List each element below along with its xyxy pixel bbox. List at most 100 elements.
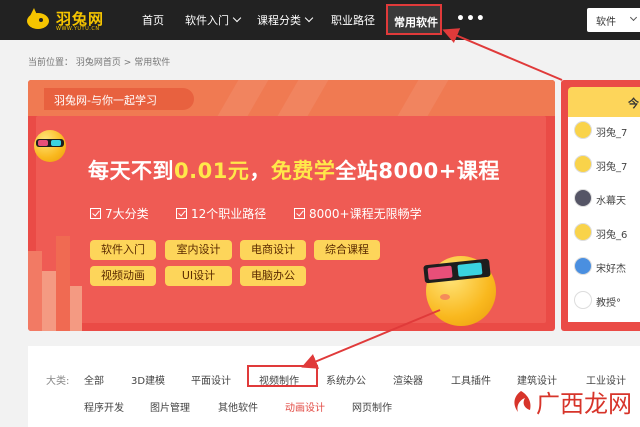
category-other-software[interactable]: 其他软件	[218, 399, 258, 414]
decor-bar	[28, 251, 42, 331]
list-item[interactable]: 教授°	[574, 289, 640, 313]
list-item[interactable]: 羽兔_6	[574, 221, 640, 245]
user-name: 宋好杰	[596, 264, 626, 275]
banner-stripe	[397, 80, 449, 116]
nav-software-intro[interactable]: 软件入门	[185, 12, 242, 28]
recent-learners-panel: 今 羽兔_7 羽兔_7 水幕天 羽兔_6 宋好杰 教授°	[561, 80, 640, 331]
nav-career-path-label: 职业路径	[331, 14, 375, 27]
category-video-production[interactable]: 视频制作	[259, 372, 299, 387]
breadcrumb-prefix: 当前位置：	[28, 58, 74, 68]
category-renderer[interactable]: 渲染器	[393, 372, 423, 387]
banner-tag-pill[interactable]: 室内设计	[165, 240, 232, 260]
user-name: 水幕天	[596, 196, 626, 207]
feature-text: 12个职业路径	[191, 207, 267, 221]
decor-bar	[70, 286, 82, 331]
list-item[interactable]: 水幕天	[574, 187, 640, 211]
feature-item: 8000+课程无限畅学	[294, 205, 422, 222]
panel-header: 今	[568, 87, 640, 117]
headline-highlight: 免费学	[270, 159, 336, 183]
panel-title: 今	[628, 97, 639, 110]
nav-common-software-label: 常用软件	[394, 16, 438, 29]
banner-tag: 羽兔网-与你一起学习	[44, 88, 194, 110]
avatar	[574, 189, 592, 207]
headline-part: ，	[249, 159, 271, 183]
avatar	[574, 155, 592, 173]
banner-tag-pill[interactable]: 综合课程	[314, 240, 380, 260]
list-item[interactable]: 宋好杰	[574, 255, 640, 279]
banner-tag-pill[interactable]: UI设计	[165, 266, 232, 286]
nav-course-categories-label: 课程分类	[257, 14, 301, 27]
category-3d-modeling[interactable]: 3D建模	[131, 372, 165, 387]
learners-list: 羽兔_7 羽兔_7 水幕天 羽兔_6 宋好杰 教授°	[568, 117, 640, 322]
emoji-sunglasses-icon	[34, 130, 66, 162]
lens	[51, 140, 61, 146]
checkbox-icon	[176, 208, 187, 219]
avatar	[574, 257, 592, 275]
banner-tag-pill[interactable]: 软件入门	[90, 240, 156, 260]
banner-tag-pill[interactable]: 视频动画	[90, 266, 156, 286]
banner-stripe	[217, 80, 269, 116]
category-all[interactable]: 全部	[84, 372, 104, 387]
category-programming[interactable]: 程序开发	[84, 399, 124, 414]
search-type-value: 软件	[596, 17, 616, 28]
user-name: 教授°	[596, 298, 621, 309]
breadcrumb-current: 常用软件	[134, 58, 171, 68]
avatar	[574, 121, 592, 139]
category-image-management[interactable]: 图片管理	[150, 399, 190, 414]
headline-part: 每天不到	[88, 159, 174, 183]
category-graphic-design[interactable]: 平面设计	[191, 372, 231, 387]
nav-home[interactable]: 首页	[142, 12, 164, 28]
nav-course-categories[interactable]: 课程分类	[257, 12, 314, 28]
category-animation-design[interactable]: 动画设计	[285, 399, 325, 414]
filter-label: 大类:	[46, 376, 70, 387]
nav-career-path[interactable]: 职业路径	[331, 12, 375, 28]
nav-common-software[interactable]: 常用软件	[386, 4, 442, 35]
breadcrumb-separator: >	[123, 58, 132, 68]
feature-text: 7大分类	[105, 207, 149, 221]
top-navbar: 羽兔网 WWW.YUTU.CN 首页 软件入门 课程分类 职业路径 常用软件 •…	[0, 0, 640, 40]
list-item[interactable]: 羽兔_7	[574, 119, 640, 143]
checkbox-icon	[90, 208, 101, 219]
feature-item: 7大分类	[90, 205, 149, 222]
breadcrumb-home-link[interactable]: 羽兔网首页	[76, 58, 121, 68]
search-type-select[interactable]: 软件	[587, 8, 640, 32]
feature-item: 12个职业路径	[176, 205, 266, 222]
banner-tag-pill[interactable]: 电脑办公	[240, 266, 306, 286]
checkbox-icon	[294, 208, 305, 219]
promo-banner[interactable]: 羽兔网-与你一起学习 每天不到0.01元，免费学全站8000+课程 7大分类 1…	[28, 80, 555, 331]
decorative-bars	[28, 230, 88, 331]
category-web-design[interactable]: 网页制作	[352, 399, 392, 414]
user-name: 羽兔_6	[596, 230, 628, 241]
emoji-sunglasses-icon	[423, 256, 496, 326]
sunglasses-icon	[36, 139, 64, 147]
headline-part: 全站8000+课程	[335, 159, 500, 183]
logo-url: WWW.YUTU.CN	[56, 26, 100, 32]
list-item[interactable]: 羽兔_7	[574, 153, 640, 177]
chevron-down-icon	[232, 13, 242, 23]
watermark: 广西龙网	[510, 384, 632, 422]
banner-tag-text: 羽兔网-与你一起学习	[54, 94, 157, 107]
lens	[38, 140, 48, 146]
cheek	[440, 294, 450, 300]
decor-bar	[42, 271, 56, 331]
decor-bar	[56, 236, 70, 331]
lens	[427, 265, 453, 280]
banner-headline: 每天不到0.01元，免费学全站8000+课程	[88, 155, 500, 185]
rabbit-logo-icon	[27, 8, 49, 29]
more-menu-icon[interactable]: •••	[456, 11, 486, 27]
banner-stripe	[277, 80, 329, 116]
category-plugins[interactable]: 工具插件	[451, 372, 491, 387]
headline-highlight: 0.01元	[174, 159, 250, 183]
user-name: 羽兔_7	[596, 128, 628, 139]
watermark-logo-icon	[514, 391, 531, 412]
feature-text: 8000+课程无限畅学	[309, 207, 422, 221]
watermark-text: 广西龙网	[536, 390, 632, 418]
nav-home-label: 首页	[142, 14, 164, 27]
lens	[457, 262, 483, 277]
nav-software-intro-label: 软件入门	[185, 14, 229, 27]
site-logo[interactable]: 羽兔网 WWW.YUTU.CN	[26, 6, 106, 34]
avatar	[574, 223, 592, 241]
banner-tag-pill[interactable]: 电商设计	[240, 240, 306, 260]
category-office[interactable]: 系统办公	[326, 372, 366, 387]
user-name: 羽兔_7	[596, 162, 628, 173]
